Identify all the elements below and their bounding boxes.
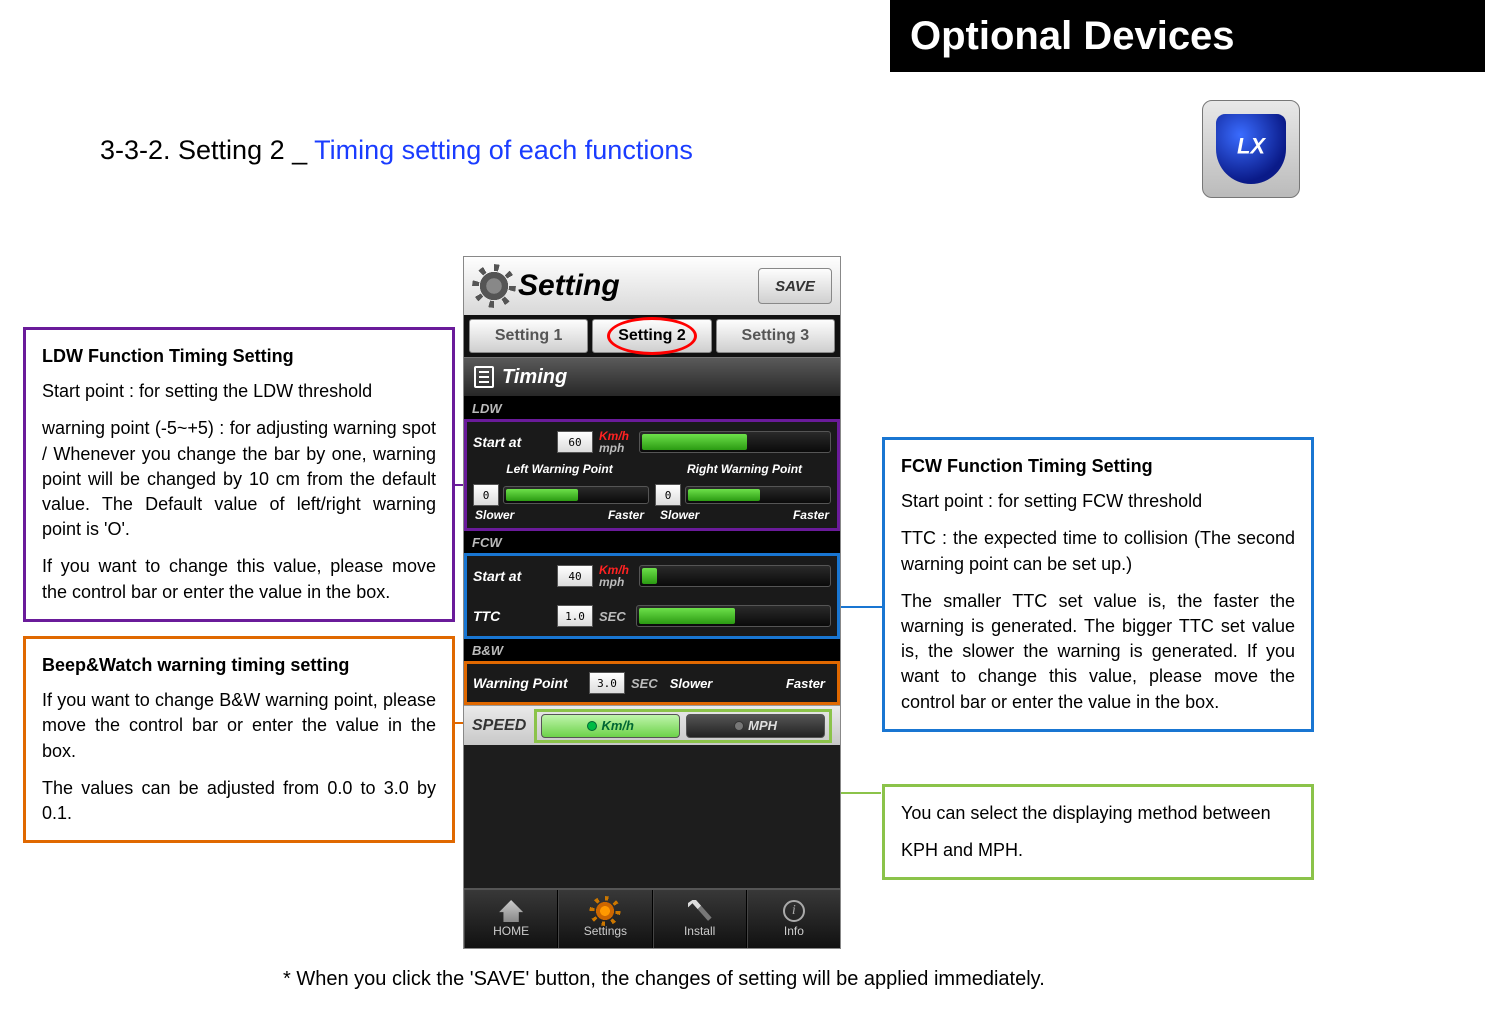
header-bar: Optional Devices — [890, 0, 1485, 72]
ldw-right-value[interactable]: 0 — [655, 484, 681, 506]
callout-ldw-title: LDW Function Timing Setting — [42, 344, 436, 369]
ldw-start-label: Start at — [473, 434, 551, 450]
bottom-nav: HOME Settings Install i Info — [464, 888, 840, 948]
save-button[interactable]: SAVE — [758, 268, 832, 304]
fcw-start-value[interactable]: 40 — [557, 565, 593, 587]
section-timing-label: Timing — [502, 366, 567, 389]
section-title-prefix: 3-3-2. Setting 2 _ — [100, 135, 314, 165]
nav-info-label: Info — [784, 924, 804, 938]
callout-fcw-p3: The smaller TTC set value is, the faster… — [901, 589, 1295, 715]
callout-bw: Beep&Watch warning timing setting If you… — [23, 636, 455, 843]
callout-fcw: FCW Function Timing Setting Start point … — [882, 437, 1314, 732]
arrow-fcw — [838, 606, 883, 608]
bw-header: B&W — [464, 639, 840, 661]
nav-home[interactable]: HOME — [464, 890, 558, 948]
bw-sec-label: SEC — [631, 676, 658, 691]
fcw-box: Start at 40 Km/h mph TTC 1.0 SEC — [464, 553, 840, 639]
nav-install[interactable]: Install — [653, 890, 747, 948]
speed-kmh-text: Km/h — [601, 718, 634, 733]
fcw-units: Km/h mph — [599, 564, 629, 588]
lx-badge — [1202, 100, 1300, 198]
ldw-right-faster: Faster — [793, 508, 829, 526]
section-timing: Timing — [464, 357, 840, 397]
callout-fcw-title: FCW Function Timing Setting — [901, 454, 1295, 479]
speed-label: SPEED — [472, 717, 526, 735]
fcw-start-slider[interactable] — [639, 565, 831, 587]
fcw-ttc-value[interactable]: 1.0 — [557, 605, 593, 627]
callout-speed: You can select the displaying method bet… — [882, 784, 1314, 880]
fcw-ttc-label: TTC — [473, 608, 551, 624]
bw-box: Warning Point 3.0 SEC Slower Faster — [464, 661, 840, 705]
info-icon: i — [783, 900, 805, 922]
speed-mph-text: MPH — [748, 718, 777, 733]
ldw-left-slider[interactable] — [503, 486, 649, 504]
section-title: 3-3-2. Setting 2 _ Timing setting of eac… — [100, 135, 693, 166]
phone-screen: Setting SAVE Setting 1 Setting 2 Setting… — [463, 256, 841, 949]
ldw-header: LDW — [464, 397, 840, 419]
phone-tabs: Setting 1 Setting 2 Setting 3 — [464, 315, 840, 357]
nav-settings-label: Settings — [584, 924, 627, 938]
unit-mph: mph — [599, 442, 629, 454]
fcw-ttc-slider[interactable] — [636, 605, 831, 627]
nav-install-label: Install — [684, 924, 715, 938]
callout-bw-p1: If you want to change B&W warning point,… — [42, 688, 436, 764]
callout-speed-p2: KPH and MPH. — [901, 838, 1295, 863]
ldw-left-slower: Slower — [475, 508, 514, 526]
fcw-start-label: Start at — [473, 568, 551, 584]
list-icon — [474, 366, 494, 388]
fcw-sec-label: SEC — [599, 609, 626, 624]
ldw-start-slider[interactable] — [639, 431, 831, 453]
section-title-blue: Timing setting of each functions — [314, 135, 693, 165]
header-title: Optional Devices — [910, 14, 1235, 59]
gear-icon — [476, 268, 512, 304]
callout-fcw-p1: Start point : for setting FCW threshold — [901, 489, 1295, 514]
speed-option-mph[interactable]: MPH — [686, 714, 825, 738]
speed-options: Km/h MPH — [534, 709, 832, 743]
bw-faster: Faster — [786, 676, 825, 691]
fcw-unit-mph: mph — [599, 576, 629, 588]
phone-title: Setting — [518, 269, 752, 303]
callout-bw-p2: The values can be adjusted from 0.0 to 3… — [42, 776, 436, 826]
nav-settings[interactable]: Settings — [558, 890, 652, 948]
callout-ldw-p1: Start point : for setting the LDW thresh… — [42, 379, 436, 404]
bw-label: Warning Point — [473, 675, 583, 691]
callout-ldw-p2: warning point (-5~+5) : for adjusting wa… — [42, 416, 436, 542]
callout-fcw-p2: TTC : the expected time to collision (Th… — [901, 526, 1295, 576]
ldw-left-faster: Faster — [608, 508, 644, 526]
speed-row: SPEED Km/h MPH — [464, 705, 840, 745]
callout-speed-p1: You can select the displaying method bet… — [901, 801, 1295, 826]
ldw-left-value[interactable]: 0 — [473, 484, 499, 506]
callout-ldw-p3: If you want to change this value, please… — [42, 554, 436, 604]
ldw-right-slider[interactable] — [685, 486, 831, 504]
footnote: * When you click the 'SAVE' button, the … — [283, 968, 1045, 991]
callout-ldw: LDW Function Timing Setting Start point … — [23, 327, 455, 622]
ldw-left-label: Left Warning Point — [467, 462, 652, 484]
bw-value[interactable]: 3.0 — [589, 672, 625, 694]
install-icon — [688, 900, 712, 922]
nav-home-label: HOME — [493, 924, 529, 938]
ldw-right-label: Right Warning Point — [652, 462, 837, 484]
callout-bw-title: Beep&Watch warning timing setting — [42, 653, 436, 678]
speed-option-kmh[interactable]: Km/h — [541, 714, 680, 738]
fcw-header: FCW — [464, 531, 840, 553]
home-icon — [499, 900, 523, 922]
phone-titlebar: Setting SAVE — [464, 257, 840, 315]
lx-shield-icon — [1216, 114, 1286, 184]
tab-setting-2[interactable]: Setting 2 — [592, 319, 711, 353]
ldw-units: Km/h mph — [599, 430, 629, 454]
ldw-start-value[interactable]: 60 — [557, 431, 593, 453]
arrow-speed — [836, 792, 881, 794]
bw-slower: Slower — [670, 676, 713, 691]
settings-icon — [593, 900, 617, 922]
tab-setting-3[interactable]: Setting 3 — [716, 319, 835, 353]
ldw-right-slower: Slower — [660, 508, 699, 526]
ldw-box: Start at 60 Km/h mph Left Warning Point … — [464, 419, 840, 531]
tab-setting-2-label: Setting 2 — [618, 327, 686, 345]
tab-setting-1[interactable]: Setting 1 — [469, 319, 588, 353]
nav-info[interactable]: i Info — [747, 890, 840, 948]
